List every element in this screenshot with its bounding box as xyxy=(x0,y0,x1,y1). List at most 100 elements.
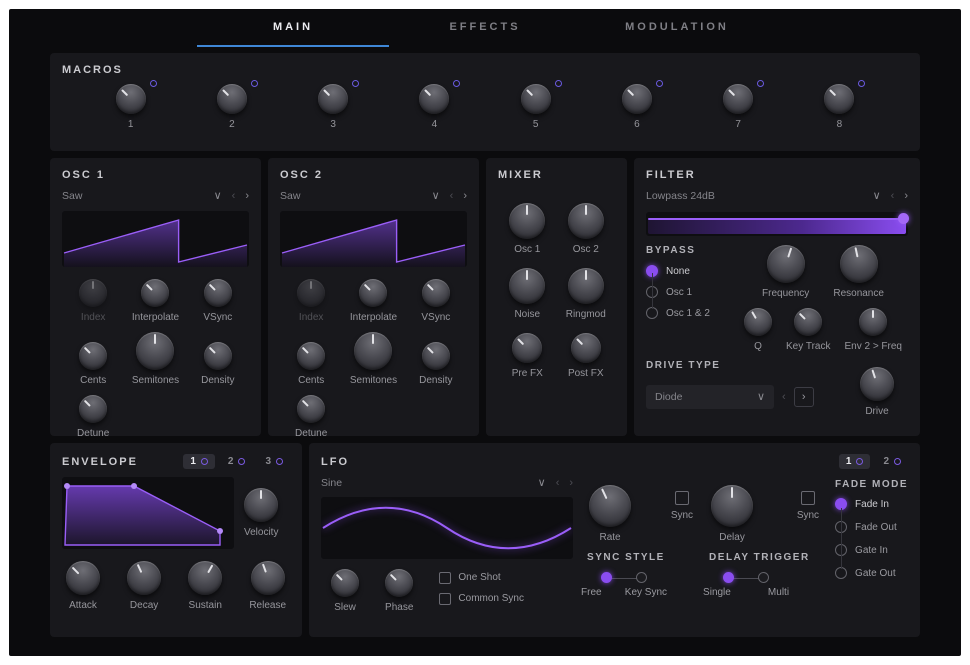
knob[interactable] xyxy=(136,332,174,370)
knob[interactable] xyxy=(422,342,450,370)
knob[interactable] xyxy=(840,245,878,283)
chevron-right-icon[interactable]: › xyxy=(245,191,249,202)
osc2-semitones-knob[interactable]: Semitones xyxy=(350,332,397,386)
envelope-tab-3[interactable]: 3 xyxy=(258,454,290,469)
macro-knob-4[interactable]: 4 xyxy=(419,84,449,130)
lfo-rate-knob[interactable]: Rate xyxy=(589,485,631,543)
osc2-cents-knob[interactable]: Cents xyxy=(297,342,325,386)
osc1-index-knob[interactable]: Index xyxy=(79,279,107,323)
osc1-wave-select[interactable]: Saw ∨ ‹ › xyxy=(62,188,249,204)
osc2-detune-knob[interactable]: Detune xyxy=(295,395,327,439)
knob[interactable] xyxy=(79,395,107,423)
filter-q-knob[interactable]: Q xyxy=(744,308,772,352)
filter-cutoff-handle[interactable] xyxy=(898,213,909,224)
knob[interactable] xyxy=(251,561,285,595)
knob[interactable] xyxy=(723,84,753,114)
knob[interactable] xyxy=(204,279,232,307)
fade-mode-fade-out[interactable]: Fade Out xyxy=(835,521,908,533)
bypass-option-osc1and2[interactable]: Osc 1 & 2 xyxy=(646,307,738,319)
chevron-left-icon[interactable]: ‹ xyxy=(782,392,786,403)
sync-style-toggle[interactable]: FreeKey Sync xyxy=(587,572,695,598)
osc2-interpolate-knob[interactable]: Interpolate xyxy=(350,279,397,323)
osc2-vsync-knob[interactable]: VSync xyxy=(421,279,450,323)
knob[interactable] xyxy=(589,485,631,527)
macro-knob-1[interactable]: 1 xyxy=(116,84,146,130)
knob[interactable] xyxy=(297,395,325,423)
osc1-interpolate-knob[interactable]: Interpolate xyxy=(132,279,179,323)
envelope-sustain-knob[interactable]: Sustain xyxy=(188,561,222,611)
knob[interactable] xyxy=(509,268,545,304)
knob[interactable] xyxy=(66,561,100,595)
osc1-density-knob[interactable]: Density xyxy=(201,342,234,386)
chevron-right-icon[interactable]: › xyxy=(569,478,573,489)
knob[interactable] xyxy=(568,268,604,304)
lfo-rate-sync-checkbox[interactable]: Sync xyxy=(671,485,693,521)
lfo-commonsync-checkbox[interactable]: Common Sync xyxy=(439,593,524,605)
lfo-wave-select[interactable]: Sine ∨ ‹ › xyxy=(321,475,573,491)
lfo-delay-knob[interactable]: Delay xyxy=(711,485,753,543)
mixer-prefx-knob[interactable]: Pre FX xyxy=(512,333,543,379)
knob[interactable] xyxy=(860,367,894,401)
knob[interactable] xyxy=(359,279,387,307)
filter-frequency-knob[interactable]: Frequency xyxy=(762,245,809,299)
knob[interactable] xyxy=(297,342,325,370)
knob[interactable] xyxy=(354,332,392,370)
bypass-option-none[interactable]: None xyxy=(646,265,738,277)
toggle-dot-multi[interactable] xyxy=(758,572,769,583)
mixer-ringmod-knob[interactable]: Ringmod xyxy=(566,268,606,320)
lfo-slew-knob[interactable]: Slew xyxy=(331,569,359,613)
envelope-display[interactable] xyxy=(62,477,234,549)
knob[interactable] xyxy=(297,279,325,307)
knob[interactable] xyxy=(141,279,169,307)
knob[interactable] xyxy=(79,342,107,370)
mixer-osc1-knob[interactable]: Osc 1 xyxy=(509,203,545,255)
tab-main[interactable]: MAIN xyxy=(197,9,389,47)
knob[interactable] xyxy=(419,84,449,114)
lfo-phase-knob[interactable]: Phase xyxy=(385,569,413,613)
knob[interactable] xyxy=(188,561,222,595)
knob[interactable] xyxy=(385,569,413,597)
filter-keytrack-knob[interactable]: Key Track xyxy=(786,308,830,352)
chevron-right-icon[interactable]: › xyxy=(904,191,908,202)
fade-mode-gate-in[interactable]: Gate In xyxy=(835,544,908,556)
fade-mode-fade-in[interactable]: Fade In xyxy=(835,498,908,510)
envelope-velocity-knob[interactable]: Velocity xyxy=(244,488,278,538)
lfo-tab-2[interactable]: 2 xyxy=(876,454,908,469)
filter-type-select[interactable]: Lowpass 24dB ∨ ‹ › xyxy=(646,188,908,204)
macro-knob-6[interactable]: 6 xyxy=(622,84,652,130)
envelope-decay-knob[interactable]: Decay xyxy=(127,561,161,611)
knob[interactable] xyxy=(127,561,161,595)
knob[interactable] xyxy=(711,485,753,527)
knob[interactable] xyxy=(244,488,278,522)
osc1-cents-knob[interactable]: Cents xyxy=(79,342,107,386)
knob[interactable] xyxy=(512,333,542,363)
knob[interactable] xyxy=(824,84,854,114)
mixer-noise-knob[interactable]: Noise xyxy=(509,268,545,320)
knob[interactable] xyxy=(568,203,604,239)
knob[interactable] xyxy=(116,84,146,114)
tab-effects[interactable]: EFFECTS xyxy=(389,9,581,47)
knob[interactable] xyxy=(422,279,450,307)
bypass-option-osc1[interactable]: Osc 1 xyxy=(646,286,738,298)
chevron-left-icon[interactable]: ‹ xyxy=(556,478,560,489)
knob[interactable] xyxy=(794,308,822,336)
filter-resonance-knob[interactable]: Resonance xyxy=(833,245,884,299)
envelope-tab-2[interactable]: 2 xyxy=(221,454,253,469)
filter-drive-knob[interactable]: Drive xyxy=(860,367,894,417)
mixer-osc2-knob[interactable]: Osc 2 xyxy=(568,203,604,255)
knob[interactable] xyxy=(859,308,887,336)
osc2-wave-select[interactable]: Saw ∨ ‹ › xyxy=(280,188,467,204)
drive-type-select[interactable]: Diode ∨ xyxy=(646,385,774,409)
chevron-right-icon[interactable]: › xyxy=(463,191,467,202)
macro-knob-7[interactable]: 7 xyxy=(723,84,753,130)
chevron-left-icon[interactable]: ‹ xyxy=(891,191,895,202)
chevron-left-icon[interactable]: ‹ xyxy=(450,191,454,202)
knob[interactable] xyxy=(217,84,247,114)
osc1-vsync-knob[interactable]: VSync xyxy=(203,279,232,323)
osc2-density-knob[interactable]: Density xyxy=(419,342,452,386)
osc1-semitones-knob[interactable]: Semitones xyxy=(132,332,179,386)
knob[interactable] xyxy=(331,569,359,597)
chevron-left-icon[interactable]: ‹ xyxy=(232,191,236,202)
knob[interactable] xyxy=(509,203,545,239)
knob[interactable] xyxy=(571,333,601,363)
